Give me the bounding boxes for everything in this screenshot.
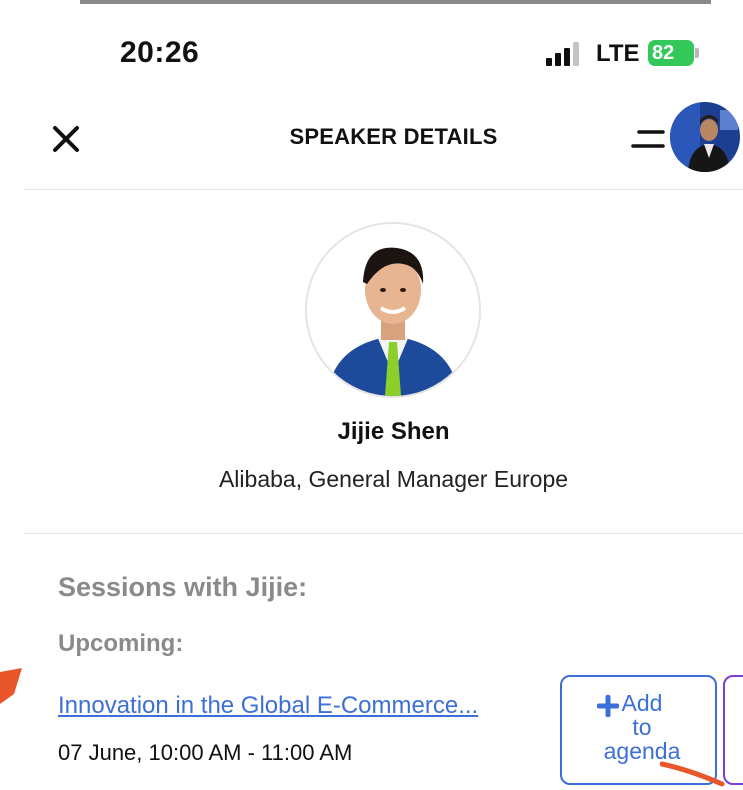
speaker-photo [305,222,481,398]
annotation-arrow-icon [660,761,725,787]
user-avatar[interactable] [670,102,740,172]
status-time: 20:26 [120,36,200,69]
speaker-name: Jijie Shen [337,418,450,445]
menu-icon[interactable] [631,128,665,150]
battery-tip [695,48,699,58]
battery-icon: 82 [648,40,700,66]
speaker-photo-image [307,224,479,396]
sessions-heading: Sessions with Jijie: [58,572,308,602]
network-type: LTE [596,40,640,67]
battery-level: 82 [648,40,694,66]
top-edge-bar [80,0,711,4]
session-title-link[interactable]: Innovation in the Global E-Commerce... [58,692,550,720]
speaker-role: Alibaba, General Manager Europe [218,466,569,492]
signal-icon [546,42,579,66]
user-avatar-image [670,102,740,172]
session-time: 07 June, 10:00 AM - 11:00 AM [58,740,353,765]
header-divider [24,189,743,190]
add-to-agenda-label: Add to agenda [603,690,681,764]
annotation-arrow-icon [0,668,22,704]
upcoming-label: Upcoming: [58,630,184,657]
speaker-divider [24,533,743,534]
